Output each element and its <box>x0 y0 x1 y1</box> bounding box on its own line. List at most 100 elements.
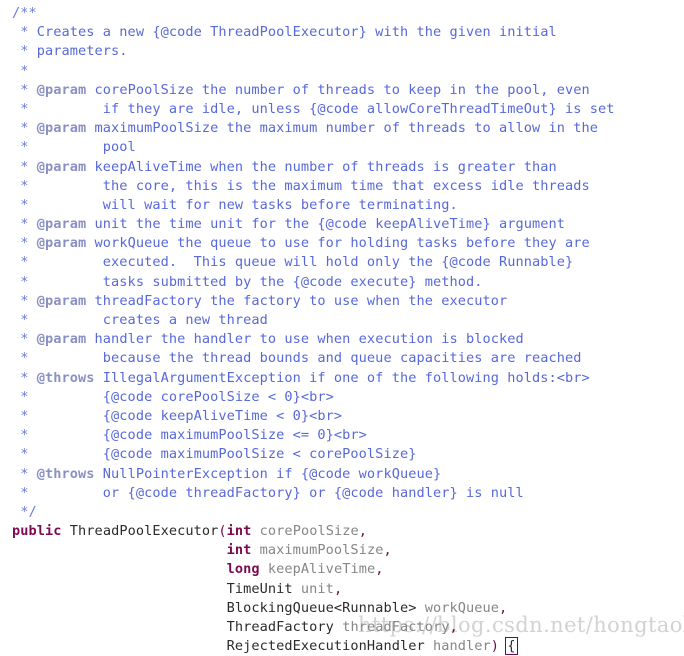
code-token-cmt-punct: * <box>12 62 29 79</box>
code-token-cmt-punct: * <box>12 331 37 348</box>
code-token-cmt: NullPointerException if {@code workQueue… <box>94 465 442 482</box>
code-token-cmt: keepAliveTime when the number of threads… <box>86 158 557 175</box>
code-token-cmt: {@code maximumPoolSize <= 0}<br> <box>36 427 367 444</box>
code-token-punct: , <box>449 619 458 635</box>
code-token-cmt-punct: * <box>12 254 37 271</box>
code-token-punct: ( <box>218 523 227 540</box>
code-line: * @param unit the time unit for the {@co… <box>12 215 615 234</box>
code-token-type: BlockingQueue<Runnable> <box>226 599 417 616</box>
code-token-cmt: {@code keepAliveTime < 0}<br> <box>36 407 343 424</box>
code-editor-surface[interactable]: https://blog.csdn.net/hongtaolong /** * … <box>0 0 684 656</box>
code-line: * @param maximumPoolSize the maximum num… <box>12 119 615 138</box>
code-token-punct: , <box>499 599 508 616</box>
code-token-tag: @param <box>36 120 87 137</box>
code-line: * parameters. <box>12 42 615 61</box>
code-line: TimeUnit unit, <box>12 580 615 599</box>
code-token-cmt: because the thread bounds and queue capa… <box>36 350 582 367</box>
code-token-kw: int <box>226 523 252 540</box>
code-token-cmt-punct: * <box>12 139 37 156</box>
code-token-cmt-punct: * <box>12 369 37 386</box>
code-token-cmt: will wait for new tasks before terminati… <box>36 196 458 213</box>
code-line: * will wait for new tasks before termina… <box>12 196 615 215</box>
code-token-kw: int <box>226 542 252 559</box>
code-token-var: workQueue <box>424 599 500 616</box>
code-token-cmt: executed. This queue will hold only the … <box>36 254 574 271</box>
code-line: ThreadFactory threadFactory, <box>12 618 615 637</box>
code-line: * @param workQueue the queue to use for … <box>12 234 615 253</box>
code-token-type: ThreadFactory <box>226 619 334 635</box>
code-token-cmt: {@code maximumPoolSize < corePoolSize} <box>36 446 417 463</box>
code-line: * {@code corePoolSize < 0}<br> <box>12 388 615 407</box>
code-token-cmt-punct: * <box>12 177 37 194</box>
code-token-punct: , <box>383 542 392 559</box>
code-token-cmt-punct: * <box>12 446 37 463</box>
code-token-punct: , <box>375 561 384 578</box>
code-line: * the core, this is the maximum time tha… <box>12 177 615 196</box>
code-token-cmt-punct: * <box>12 388 37 405</box>
code-token-cmt: IllegalArgumentException if one of the f… <box>94 369 590 386</box>
code-line: RejectedExecutionHandler handler) { <box>12 637 615 656</box>
code-token-tag: @param <box>36 331 87 348</box>
code-token-cmt: Creates a new {@code ThreadPoolExecutor}… <box>36 24 557 41</box>
code-line: * {@code maximumPoolSize < corePoolSize} <box>12 445 615 464</box>
code-token-cmt-punct: * <box>12 235 37 252</box>
code-token-cmt-punct: /** <box>12 5 37 21</box>
code-token-var: keepAliveTime <box>267 561 376 578</box>
code-token-type: TimeUnit <box>226 580 293 597</box>
code-token-type: ThreadPoolExecutor <box>69 523 219 540</box>
code-token-kw: long <box>226 561 260 578</box>
code-token-cmt-punct: * <box>12 350 37 367</box>
code-token-type: RejectedExecutionHandler <box>226 638 425 655</box>
source-code-block[interactable]: /** * Creates a new {@code ThreadPoolExe… <box>12 4 615 656</box>
code-token-cmt-punct: * <box>12 81 37 98</box>
code-line: * @param handler the handler to use when… <box>12 330 615 349</box>
code-token-cmt-punct: * <box>12 427 37 444</box>
code-token-cmt: pool <box>36 139 136 156</box>
code-line: * if they are idle, unless {@code allowC… <box>12 100 615 119</box>
code-token-cmt-punct: * <box>12 24 37 41</box>
code-token-cmt-punct: * <box>12 484 37 501</box>
code-token-cmt: {@code corePoolSize < 0}<br> <box>36 388 334 405</box>
code-line: * because the thread bounds and queue ca… <box>12 349 615 368</box>
code-token-tag: @param <box>36 158 87 175</box>
code-token-cmt-punct: */ <box>12 503 37 520</box>
code-line: public ThreadPoolExecutor(int corePoolSi… <box>12 522 615 541</box>
code-token-cmt: threadFactory the factory to use when th… <box>86 292 508 309</box>
code-token-cmt-punct: * <box>12 216 37 233</box>
code-token-punct: ) <box>490 638 500 655</box>
code-token-var: maximumPoolSize <box>259 542 384 559</box>
code-line: * Creates a new {@code ThreadPoolExecuto… <box>12 23 615 42</box>
code-line: * creates a new thread <box>12 311 615 330</box>
code-line: * @param corePoolSize the number of thre… <box>12 81 615 100</box>
code-token-cmt: the core, this is the maximum time that … <box>36 177 590 194</box>
code-token-cmt: if they are idle, unless {@code allowCor… <box>36 100 615 117</box>
code-token-cmt-punct: * <box>12 120 37 137</box>
code-token-cmt: parameters. <box>36 43 128 60</box>
code-line: * @throws NullPointerException if {@code… <box>12 465 615 484</box>
code-line: * {@code maximumPoolSize <= 0}<br> <box>12 426 615 445</box>
code-token-brace-hl[interactable]: { <box>505 637 518 656</box>
code-token-tag: @param <box>36 235 87 252</box>
code-token-cmt-punct: * <box>12 292 37 309</box>
code-token-var: handler <box>432 638 491 655</box>
code-token-cmt-punct: * <box>12 407 37 424</box>
code-line: * executed. This queue will hold only th… <box>12 253 615 272</box>
code-token-punct: , <box>358 523 367 540</box>
code-line: /** <box>12 4 615 23</box>
code-line: * {@code keepAliveTime < 0}<br> <box>12 407 615 426</box>
code-token-cmt-punct: * <box>12 158 37 175</box>
code-token-var: threadFactory <box>342 619 450 635</box>
code-token-punct: , <box>333 580 343 597</box>
